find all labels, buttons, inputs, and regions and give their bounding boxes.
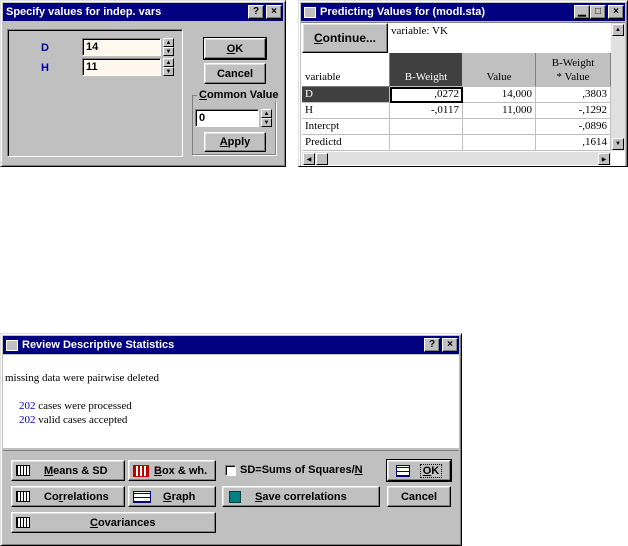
- scroll-down-icon[interactable]: ▼: [612, 138, 624, 150]
- missing-data-note: missing data were pairwise deleted: [5, 372, 159, 384]
- var-label-h: H: [41, 62, 49, 74]
- app-icon: [6, 339, 18, 351]
- cell-d-value[interactable]: 14,000: [463, 87, 536, 103]
- cell-h-bweight[interactable]: -,0117: [390, 103, 463, 119]
- correlations-button[interactable]: Co r relations: [11, 486, 125, 507]
- save-disk-icon: [229, 490, 241, 503]
- cell-d-bweight[interactable]: ,0272: [390, 87, 463, 103]
- save-correlations-button[interactable]: Save correlations: [222, 486, 380, 507]
- cell-d-bwv[interactable]: ,3803: [536, 87, 611, 103]
- app-icon: [304, 6, 316, 18]
- cancel-button[interactable]: Cancel: [387, 486, 451, 507]
- predicting-values-window: Predicting Values for (modl.sta) ▁ □ × C…: [298, 0, 628, 167]
- titlebar: Predicting Values for (modl.sta) ▁ □ ×: [301, 3, 625, 21]
- common-value-input[interactable]: 0: [195, 109, 259, 127]
- close-button[interactable]: ×: [442, 338, 458, 352]
- row-label-predicted[interactable]: Predictd: [302, 135, 390, 151]
- ok-button[interactable]: OK: [386, 459, 452, 482]
- cell-intercept-bweight[interactable]: [390, 119, 463, 135]
- vertical-scrollbar[interactable]: [611, 23, 625, 151]
- header-value[interactable]: Value: [463, 53, 536, 87]
- spin-up-icon[interactable]: ▲: [163, 38, 174, 47]
- cell-predicted-bweight[interactable]: [390, 135, 463, 151]
- scroll-right-icon[interactable]: ▶: [598, 153, 610, 165]
- var-input-h[interactable]: 11: [82, 58, 161, 76]
- ok-button[interactable]: OK: [203, 37, 267, 60]
- box-whisker-button[interactable]: Box & wh.: [128, 460, 216, 481]
- minimize-button[interactable]: ▁: [574, 5, 590, 19]
- cancel-button[interactable]: Cancel: [204, 63, 266, 84]
- window-title: Predicting Values for (modl.sta): [320, 6, 486, 18]
- help-button[interactable]: ?: [248, 5, 264, 19]
- common-value-spinner[interactable]: ▲ ▼: [261, 109, 272, 127]
- header-b-weight-value[interactable]: B-Weight * Value: [536, 53, 611, 87]
- table-icon: [16, 465, 30, 476]
- dialog-title: Specify values for indep. vars: [6, 6, 162, 18]
- cell-h-bwv[interactable]: -,1292: [536, 103, 611, 119]
- row-label-h[interactable]: H: [302, 103, 390, 119]
- means-sd-button[interactable]: Means & SD: [11, 460, 125, 481]
- covariances-button[interactable]: Covariances: [11, 512, 216, 533]
- var-d-spinner[interactable]: ▲ ▼: [163, 38, 174, 56]
- var-input-d[interactable]: 14: [82, 38, 161, 56]
- var-label-d: D: [41, 42, 49, 54]
- cell-h-value[interactable]: 11,000: [463, 103, 536, 119]
- scroll-thumb[interactable]: [316, 153, 328, 165]
- table-icon: [16, 491, 30, 502]
- maximize-button[interactable]: □: [590, 5, 606, 19]
- cases-accepted: 202 valid cases accepted: [19, 414, 128, 426]
- apply-button[interactable]: Apply: [204, 132, 266, 152]
- row-label-intercept[interactable]: Intercpt: [302, 119, 390, 135]
- spin-down-icon[interactable]: ▼: [261, 118, 272, 127]
- titlebar: Review Descriptive Statistics ? ×: [3, 336, 459, 354]
- variable-note: variable: VK: [391, 25, 448, 37]
- box-plot-icon: [133, 464, 149, 477]
- sd-sums-checkbox-row[interactable]: SD=Sums of Squares/N: [225, 464, 363, 476]
- specify-values-dialog: Specify values for indep. vars ? × D 14 …: [0, 0, 286, 167]
- header-b-weight[interactable]: B-Weight: [390, 53, 463, 87]
- var-h-spinner[interactable]: ▲ ▼: [163, 58, 174, 76]
- horizontal-scrollbar[interactable]: [302, 152, 611, 165]
- titlebar: Specify values for indep. vars ? ×: [3, 3, 283, 21]
- spin-down-icon[interactable]: ▼: [163, 47, 174, 56]
- common-value-label: Common Value: [197, 89, 281, 101]
- cases-processed: 202 cases were processed: [19, 400, 132, 412]
- scroll-left-icon[interactable]: ◀: [303, 153, 315, 165]
- scroll-up-icon[interactable]: ▲: [612, 24, 624, 36]
- close-button[interactable]: ×: [608, 5, 624, 19]
- output-icon: [395, 464, 410, 477]
- dialog-title: Review Descriptive Statistics: [22, 339, 175, 351]
- sd-sums-checkbox[interactable]: [225, 464, 236, 476]
- help-button[interactable]: ?: [424, 338, 440, 352]
- cell-predicted-bwv[interactable]: ,1614: [536, 135, 611, 151]
- row-label-d[interactable]: D: [302, 87, 390, 103]
- cell-intercept-value[interactable]: [463, 119, 536, 135]
- header-variable: variable: [302, 53, 390, 87]
- continue-button[interactable]: Continue...: [302, 23, 388, 53]
- review-descriptive-statistics-dialog: Review Descriptive Statistics ? × missin…: [0, 333, 462, 546]
- graph-icon: [133, 490, 151, 503]
- cell-predicted-value[interactable]: [463, 135, 536, 151]
- table-icon: [16, 517, 30, 528]
- spin-up-icon[interactable]: ▲: [261, 109, 272, 118]
- spin-up-icon[interactable]: ▲: [163, 58, 174, 67]
- cell-intercept-bwv[interactable]: -,0896: [536, 119, 611, 135]
- graph-button[interactable]: Graph: [128, 486, 216, 507]
- spin-down-icon[interactable]: ▼: [163, 67, 174, 76]
- close-button[interactable]: ×: [266, 5, 282, 19]
